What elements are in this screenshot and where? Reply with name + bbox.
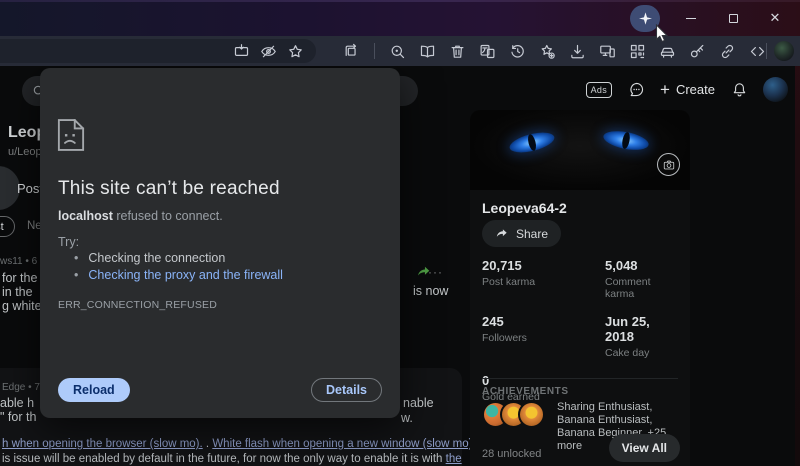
achievements-heading: ACHIEVEMENTS [482,386,569,397]
chat-icon[interactable] [627,81,645,99]
passwords-icon[interactable] [688,42,706,60]
lens-search-icon[interactable] [388,42,406,60]
bell-icon[interactable] [730,81,748,99]
maximize-icon [729,14,738,23]
close-button[interactable]: ✕ [754,5,796,32]
post-text-fragment: able h [0,396,34,410]
profile-name: Leopeva64-2 [482,200,567,216]
post-text-fragment: w. [401,411,413,425]
sparkle-icon [639,12,652,25]
stat-comment-karma: 5,048 Comment karma [605,258,680,300]
post-text-fragment: " for th [0,410,36,424]
profile-card: Leopeva64-2 Share 20,715 Post karma 5,04… [470,110,690,466]
error-dialog: This site can’t be reached localhost ref… [40,68,400,418]
code-icon[interactable] [748,42,766,60]
link-separator: . [203,438,213,450]
browser-window: ✕ [0,0,800,466]
bullet-icon: • [74,268,78,282]
achievement-badge-icon [518,401,545,428]
error-title: This site can’t be reached [58,178,280,200]
create-label: Create [676,82,715,97]
maximize-button[interactable] [712,5,754,32]
profile-banner-image [470,110,690,190]
window-titlebar: ✕ [0,0,800,36]
post-text-fragment: is now [413,284,448,298]
translate-icon[interactable] [478,42,496,60]
reading-list-icon[interactable] [418,42,436,60]
details-button[interactable]: Details [311,378,382,402]
suggestion-item: • Checking the proxy and the firewall [74,268,283,282]
post-text-fragment: in the [2,285,33,299]
error-message: localhost refused to connect. [58,209,223,223]
post-link[interactable]: h when opening the browser (slow mo). [2,438,203,450]
header-actions: Ads + Create [586,77,788,102]
achievement-badges [482,401,545,428]
post-text-fragment: for the [2,271,37,285]
post-meta-fragment: ws11 • 6 d [0,256,46,267]
devices-icon[interactable] [598,42,616,60]
address-bar[interactable] [0,39,316,63]
star-badge-icon[interactable] [538,42,556,60]
vehicle-icon[interactable] [658,42,676,60]
reddit-page: Ads + Create Leop u/Leop Post ost New ws… [0,66,800,466]
error-try-label: Try: [58,235,79,249]
kebab-menu-icon[interactable]: ⋮ [793,42,800,62]
achievements-unlocked-count: 28 unlocked [482,448,541,460]
error-code: ERR_CONNECTION_REFUSED [58,299,217,311]
post-link[interactable]: the [446,453,462,465]
user-avatar[interactable] [763,77,788,102]
bookmark-star-icon[interactable] [286,42,304,60]
mouse-cursor [655,24,668,44]
link-icon[interactable] [718,42,736,60]
cat-eye-left [508,129,557,157]
profile-subtitle-fragment: u/Leop [8,146,42,158]
share-icon [495,227,509,241]
browser-profile-avatar[interactable] [774,41,794,61]
card-divider [482,378,678,379]
post-text-fragment: nable [403,396,434,410]
proxy-firewall-link[interactable]: Checking the proxy and the firewall [88,268,283,282]
error-host: localhost [58,209,113,223]
bullet-icon: • [74,251,78,265]
download-icon[interactable] [568,42,586,60]
stat-cake-day: Jun 25, 2018 Cake day [605,314,680,359]
close-icon: ✕ [770,10,781,26]
minimize-icon [686,18,696,19]
trash-icon[interactable] [448,42,466,60]
window-edge-glow [795,66,800,466]
more-options-fragment[interactable]: ··· [428,265,443,279]
create-button[interactable]: + Create [660,81,715,98]
tab-restore-icon[interactable] [342,42,360,60]
post-text-fragment: g white [2,299,42,313]
stat-followers: 245 Followers [482,314,605,359]
history-icon[interactable] [508,42,526,60]
toolbar-divider [766,43,767,59]
camera-icon [663,159,675,171]
reload-button[interactable]: Reload [58,378,130,402]
post-text-fragment: is issue will be enabled by default in t… [2,453,446,465]
eye-off-icon[interactable] [259,42,277,60]
share-label: Share [516,227,548,241]
post-links-line: is issue will be enabled by default in t… [2,453,462,465]
sad-file-icon [57,118,85,152]
toolbar-divider [374,43,375,59]
profile-stats: 20,715 Post karma 5,048 Comment karma 24… [482,258,680,403]
ads-badge[interactable]: Ads [586,82,612,98]
qr-code-icon[interactable] [628,42,646,60]
minimize-button[interactable] [670,5,712,32]
edit-banner-button[interactable] [657,153,680,176]
browser-toolbar: ⋮ [0,36,800,66]
post-link[interactable]: White flash when opening a new window (s… [212,438,475,450]
cat-eye-right [602,128,650,153]
suggestion-item: • Checking the connection [74,251,225,265]
extension-icons [388,42,766,60]
plus-icon: + [660,81,670,98]
stat-post-karma: 20,715 Post karma [482,258,605,300]
post-links-line: h when opening the browser (slow mo). . … [2,438,505,450]
sort-pill-fragment[interactable]: ost [0,216,15,237]
send-to-device-icon[interactable] [232,42,250,60]
share-button[interactable]: Share [482,220,561,247]
view-all-button[interactable]: View All [609,434,680,462]
